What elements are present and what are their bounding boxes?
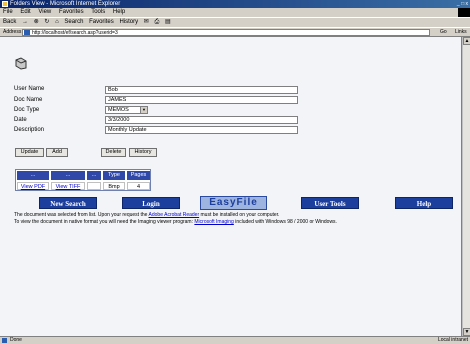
view-pdf-link[interactable]: View PDF (17, 182, 49, 190)
doc-type-select[interactable]: MEMOS ▼ (105, 106, 148, 114)
page-done-icon (2, 338, 7, 343)
window-title-bar: Folders View - Microsoft Internet Explor… (0, 0, 470, 8)
label-doc-name: Doc Name (14, 97, 43, 103)
links-button[interactable]: Links (455, 29, 467, 35)
home-icon[interactable]: ⌂ (55, 19, 59, 25)
label-description: Description (14, 127, 45, 133)
table-header-type: Type (103, 171, 125, 180)
results-table: ... ... ... Type Pages View PDF View TIF… (15, 169, 151, 191)
go-button[interactable]: Go (440, 29, 447, 35)
refresh-icon[interactable]: ↻ (44, 19, 49, 25)
info-message-acrobat: The document was selected from list. Upo… (14, 212, 279, 219)
message-text: The document was selected from list. Upo… (14, 212, 148, 218)
easyfile-logo: EasyFile (200, 196, 267, 210)
vertical-scrollbar[interactable]: ▲ ▼ (462, 37, 470, 336)
message-text: must be installed on your computer. (200, 212, 280, 218)
menu-file[interactable]: File (3, 9, 13, 15)
status-text: Done (10, 337, 22, 343)
help-button[interactable]: Help (395, 197, 453, 209)
microsoft-imaging-link[interactable]: Microsoft Imaging (194, 219, 233, 225)
chevron-down-icon[interactable]: ▼ (140, 107, 147, 113)
address-bar: Address http://localhost/ef/search.asp?u… (0, 27, 470, 37)
page-icon (24, 30, 30, 35)
menu-help[interactable]: Help (113, 9, 125, 15)
description-field[interactable]: Monthly Update (105, 126, 298, 134)
user-tools-button[interactable]: User Tools (301, 197, 359, 209)
history-form-button[interactable]: History (129, 148, 157, 157)
date-field[interactable]: 3/3/2000 (105, 116, 298, 124)
message-text: included with Windows 98 / 2000 or Windo… (235, 219, 337, 225)
favorites-button[interactable]: Favorites (89, 19, 114, 25)
address-input[interactable]: http://localhost/ef/search.asp?userid=3 (22, 29, 430, 36)
add-button[interactable]: Add (46, 148, 68, 157)
table-cell (87, 182, 101, 190)
update-button[interactable]: Update (15, 148, 44, 157)
adobe-acrobat-link[interactable]: Adobe Acrobat Reader (149, 212, 200, 218)
table-header: ... (51, 171, 85, 180)
history-button[interactable]: History (119, 19, 138, 25)
folder-logo-icon (15, 57, 27, 70)
security-zone: Local intranet (437, 337, 468, 343)
print-icon[interactable]: ⎙ (154, 19, 159, 25)
menu-edit[interactable]: Edit (20, 9, 30, 15)
scroll-up-icon[interactable]: ▲ (463, 37, 470, 45)
window-controls[interactable]: _ □ x (457, 1, 468, 7)
label-doc-type: Doc Type (14, 107, 40, 113)
view-tiff-link[interactable]: View TIFF (51, 182, 85, 190)
table-cell-pages: 4 (127, 182, 150, 190)
info-message-imaging: To view the document in native format yo… (14, 219, 337, 226)
menu-bar: File Edit View Favorites Tools Help (0, 8, 470, 17)
window-title: Folders View - Microsoft Internet Explor… (10, 1, 121, 7)
menu-favorites[interactable]: Favorites (59, 9, 84, 15)
doc-name-field[interactable]: JAMES (105, 96, 298, 104)
address-label: Address (3, 29, 22, 35)
standard-toolbar: Back → ⊗ ↻ ⌂ Search Favorites History ✉ … (0, 17, 470, 27)
table-header: ... (17, 171, 49, 180)
user-name-field[interactable]: Bob (105, 86, 298, 94)
stop-icon[interactable]: ⊗ (34, 19, 39, 25)
search-button[interactable]: Search (64, 19, 83, 25)
forward-button[interactable]: → (22, 19, 28, 25)
new-search-button[interactable]: New Search (39, 197, 97, 209)
menu-tools[interactable]: Tools (91, 9, 105, 15)
back-button[interactable]: Back (3, 19, 16, 25)
table-header: ... (87, 171, 101, 180)
menu-view[interactable]: View (38, 9, 51, 15)
login-button[interactable]: Login (122, 197, 180, 209)
scroll-down-icon[interactable]: ▼ (463, 328, 470, 336)
label-user-name: User Name (14, 86, 45, 92)
mail-icon[interactable]: ✉ (144, 19, 149, 25)
delete-button[interactable]: Delete (101, 148, 126, 157)
status-bar: Done Local intranet (0, 336, 470, 344)
label-date: Date (14, 117, 27, 123)
doc-type-value: MEMOS (108, 107, 129, 113)
table-cell-type: Bmp (103, 182, 125, 190)
address-url: http://localhost/ef/search.asp?userid=3 (32, 30, 118, 36)
table-header-pages: Pages (127, 171, 150, 180)
message-text: To view the document in native format yo… (14, 219, 193, 225)
ie-app-icon (2, 1, 8, 7)
edit-icon[interactable]: ▤ (165, 19, 171, 25)
